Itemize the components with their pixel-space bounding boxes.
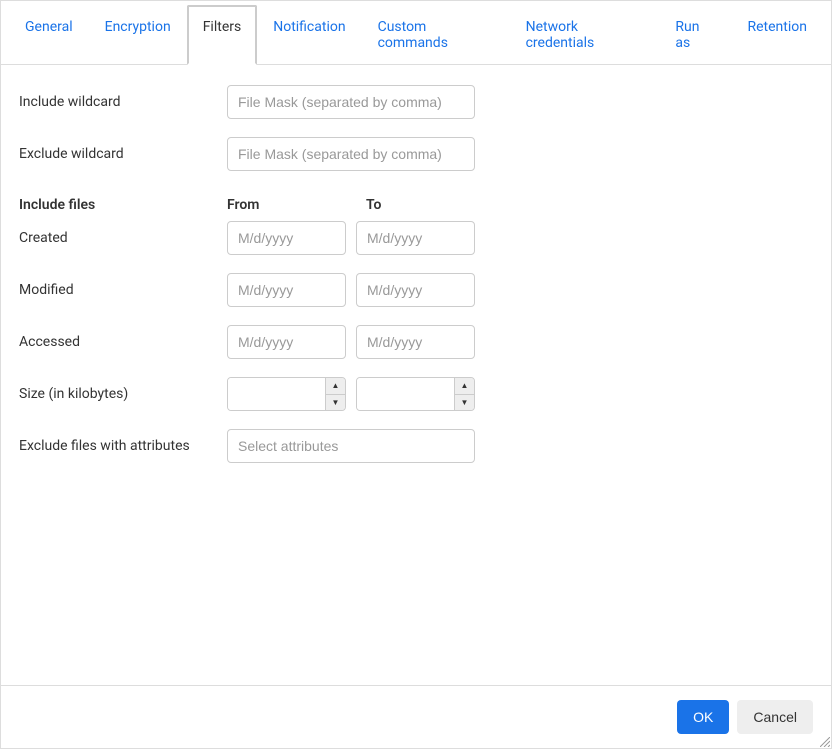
- exclude-attributes-input[interactable]: [227, 429, 475, 463]
- size-from-up-icon[interactable]: ▲: [326, 378, 345, 395]
- modified-label: Modified: [19, 282, 74, 298]
- size-from-spinner: ▲ ▼: [227, 377, 346, 411]
- size-from-down-icon[interactable]: ▼: [326, 395, 345, 411]
- include-wildcard-input[interactable]: [227, 85, 475, 119]
- tab-encryption[interactable]: Encryption: [89, 5, 187, 65]
- tab-general[interactable]: General: [9, 5, 89, 65]
- exclude-wildcard-label: Exclude wildcard: [19, 146, 124, 162]
- tab-notification[interactable]: Notification: [257, 5, 361, 65]
- accessed-to-input[interactable]: [356, 325, 475, 359]
- tab-network-credentials[interactable]: Network credentials: [510, 5, 660, 65]
- size-label: Size (in kilobytes): [19, 386, 128, 402]
- exclude-wildcard-input[interactable]: [227, 137, 475, 171]
- modified-from-input[interactable]: [227, 273, 346, 307]
- tab-custom-commands[interactable]: Custom commands: [362, 5, 510, 65]
- accessed-from-input[interactable]: [227, 325, 346, 359]
- include-wildcard-label: Include wildcard: [19, 94, 120, 110]
- tabs-bar: General Encryption Filters Notification …: [1, 1, 831, 65]
- created-to-input[interactable]: [356, 221, 475, 255]
- accessed-label: Accessed: [19, 334, 80, 350]
- tab-filters[interactable]: Filters: [187, 5, 258, 65]
- cancel-button[interactable]: Cancel: [737, 700, 813, 734]
- size-to-up-icon[interactable]: ▲: [455, 378, 474, 395]
- size-to-down-icon[interactable]: ▼: [455, 395, 474, 411]
- size-to-spinner: ▲ ▼: [356, 377, 475, 411]
- tab-retention[interactable]: Retention: [732, 5, 824, 65]
- dialog-footer: OK Cancel: [1, 685, 831, 748]
- created-label: Created: [19, 230, 68, 246]
- filters-panel: Include wildcard Exclude wildcard Includ…: [1, 65, 831, 501]
- size-from-input[interactable]: [228, 378, 325, 410]
- created-from-input[interactable]: [227, 221, 346, 255]
- size-to-input[interactable]: [357, 378, 454, 410]
- modified-to-input[interactable]: [356, 273, 475, 307]
- include-files-label: Include files: [19, 197, 95, 213]
- to-header: To: [366, 197, 485, 213]
- tab-run-as[interactable]: Run as: [659, 5, 731, 65]
- exclude-attributes-label: Exclude files with attributes: [19, 438, 190, 454]
- from-header: From: [227, 197, 346, 213]
- ok-button[interactable]: OK: [677, 700, 729, 734]
